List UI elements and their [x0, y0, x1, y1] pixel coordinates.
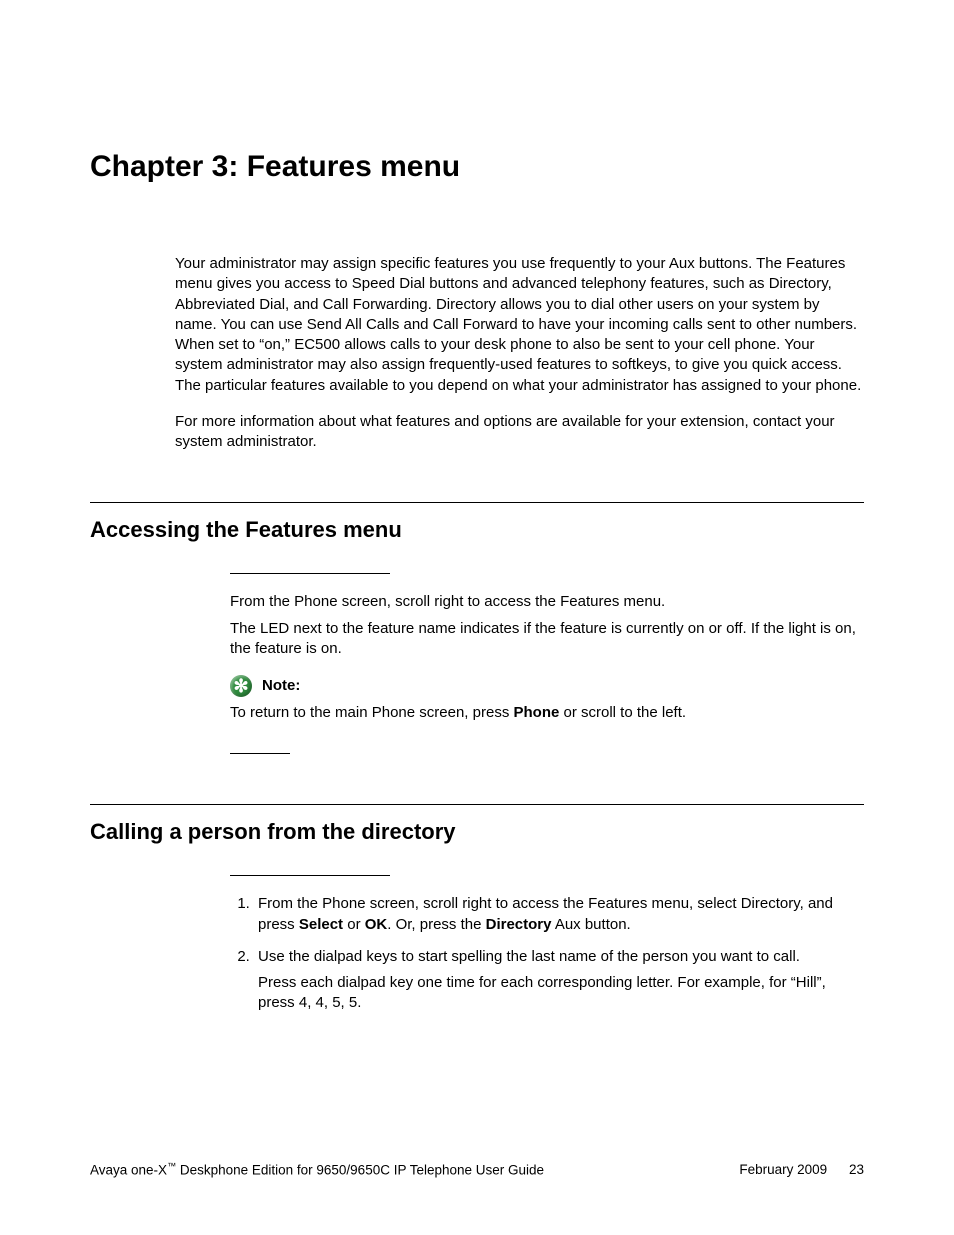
body-paragraph: The LED next to the feature name indicat… — [230, 619, 864, 660]
text-span: or — [343, 916, 365, 933]
section-title-accessing: Accessing the Features menu — [90, 517, 864, 543]
body-paragraph: From the Phone screen, scroll right to a… — [230, 592, 864, 612]
short-divider-end — [230, 753, 290, 754]
product-name-post: Deskphone Edition for 9650/9650C IP Tele… — [176, 1162, 544, 1177]
bold-text: Select — [299, 916, 343, 933]
text-span: or scroll to the left. — [559, 704, 686, 721]
text-span: Use the dialpad keys to start spelling t… — [258, 948, 800, 965]
note-header: ✻ Note: — [230, 675, 864, 697]
section-title-calling: Calling a person from the directory — [90, 819, 864, 845]
intro-paragraph-2: For more information about what features… — [175, 412, 864, 453]
section-divider — [90, 804, 864, 805]
note-label: Note: — [262, 676, 300, 696]
text-span: . Or, press the — [387, 916, 485, 933]
bold-text: Phone — [513, 704, 559, 721]
short-divider — [230, 875, 390, 876]
footer-product: Avaya one-X™ Deskphone Edition for 9650/… — [90, 1161, 544, 1178]
text-span: Aux button. — [551, 916, 630, 933]
section-divider — [90, 502, 864, 503]
footer-date: February 2009 — [739, 1162, 827, 1177]
sub-paragraph: Press each dialpad key one time for each… — [258, 973, 864, 1014]
page-number: 23 — [849, 1162, 864, 1177]
trademark-symbol: ™ — [167, 1161, 176, 1171]
list-item: From the Phone screen, scroll right to a… — [254, 894, 864, 935]
bold-text: Directory — [486, 916, 552, 933]
steps-list: From the Phone screen, scroll right to a… — [230, 894, 864, 1013]
product-name-pre: Avaya one-X — [90, 1162, 167, 1177]
section-body-accessing: From the Phone screen, scroll right to a… — [230, 592, 864, 723]
intro-paragraph-1: Your administrator may assign specific f… — [175, 254, 864, 396]
intro-block: Your administrator may assign specific f… — [175, 254, 864, 452]
note-text: To return to the main Phone screen, pres… — [230, 703, 864, 723]
footer-meta: February 2009 23 — [739, 1162, 864, 1177]
note-icon: ✻ — [230, 675, 252, 697]
bold-text: OK — [365, 916, 388, 933]
page-footer: Avaya one-X™ Deskphone Edition for 9650/… — [90, 1161, 864, 1178]
short-divider — [230, 573, 390, 574]
text-span: To return to the main Phone screen, pres… — [230, 704, 513, 721]
document-page: Chapter 3: Features menu Your administra… — [0, 0, 954, 1235]
list-item: Use the dialpad keys to start spelling t… — [254, 947, 864, 1014]
chapter-title: Chapter 3: Features menu — [90, 150, 864, 184]
